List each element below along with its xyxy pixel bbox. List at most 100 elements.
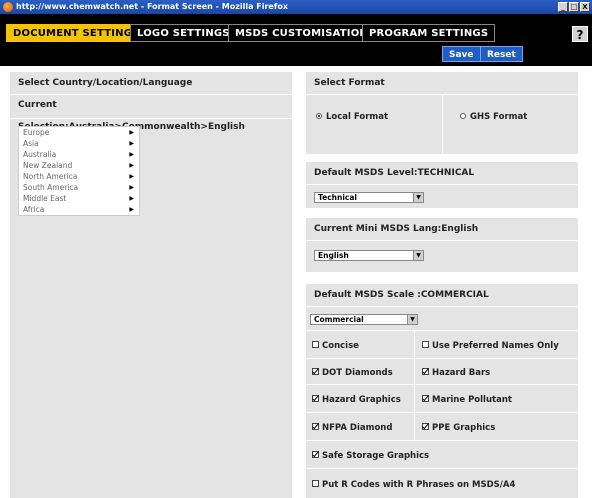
hazard-bars-option[interactable]: Hazard Bars [422, 368, 490, 378]
safe-storage-checkbox[interactable] [312, 451, 319, 458]
level-select[interactable]: Technical ▼ [314, 192, 424, 203]
country-item-asia[interactable]: Asia ▶ [19, 138, 139, 149]
nfpa-diamond-option[interactable]: NFPA Diamond [312, 423, 392, 433]
level-heading: Default MSDS Level:TECHNICAL [314, 168, 475, 178]
divider [306, 240, 578, 241]
scale-heading: Default MSDS Scale :COMMERCIAL [314, 290, 489, 300]
country-label: South America [23, 183, 79, 192]
hazard-bars-checkbox[interactable] [422, 368, 429, 375]
tab-logo-settings[interactable]: LOGO SETTINGS [130, 24, 237, 42]
chevron-right-icon: ▶ [129, 151, 134, 158]
chevron-right-icon: ▶ [129, 195, 134, 202]
safe-storage-label: Safe Storage Graphics [322, 451, 430, 461]
tab-document-settings[interactable]: DOCUMENT SETTINGS [6, 24, 147, 42]
scale-box: Default MSDS Scale :COMMERCIAL Commercia… [306, 284, 578, 498]
divider [306, 468, 578, 469]
chevron-right-icon: ▶ [129, 162, 134, 169]
r-codes-checkbox[interactable] [312, 480, 319, 487]
chevron-right-icon: ▶ [129, 206, 134, 213]
concise-option[interactable]: Concise [312, 341, 359, 351]
concise-checkbox[interactable] [312, 341, 319, 348]
preferred-names-option[interactable]: Use Preferred Names Only [422, 341, 559, 351]
dot-diamonds-label: DOT Diamonds [322, 368, 393, 378]
dropdown-arrow-icon: ▼ [413, 193, 423, 202]
save-button[interactable]: Save [442, 46, 481, 62]
country-panel: Select Country/Location/Language Current… [10, 72, 292, 498]
country-label: North America [23, 172, 78, 181]
scale-select[interactable]: Commercial ▼ [310, 314, 418, 325]
country-label: Africa [23, 205, 45, 214]
country-item-europe[interactable]: Europe ▶ [19, 127, 139, 138]
tab-msds-customisation[interactable]: MSDS CUSTOMISATION [228, 24, 375, 42]
hazard-graphics-checkbox[interactable] [312, 395, 319, 402]
help-button[interactable]: ? [572, 26, 588, 42]
ppe-graphics-checkbox[interactable] [422, 423, 429, 430]
country-item-north-america[interactable]: North America ▶ [19, 171, 139, 182]
country-item-new-zealand[interactable]: New Zealand ▶ [19, 160, 139, 171]
mini-lang-box: Current Mini MSDS Lang:English English ▼ [306, 218, 578, 272]
ppe-graphics-option[interactable]: PPE Graphics [422, 423, 495, 433]
window-titlebar: http://www.chemwatch.net - Format Screen… [0, 0, 592, 14]
country-heading: Select Country/Location/Language [18, 78, 193, 88]
scale-select-value: Commercial [314, 315, 364, 324]
divider [414, 330, 415, 440]
dot-diamonds-checkbox[interactable] [312, 368, 319, 375]
marine-pollutant-option[interactable]: Marine Pollutant [422, 395, 512, 405]
divider [306, 384, 578, 385]
minimize-button[interactable]: _ [558, 2, 568, 12]
window-controls: _ □ X [558, 2, 590, 12]
r-codes-label: Put R Codes with R Phrases on MSDS/A4 [322, 480, 516, 490]
nfpa-diamond-checkbox[interactable] [312, 423, 319, 430]
divider [306, 412, 578, 413]
country-label: Asia [23, 139, 39, 148]
mini-lang-heading: Current Mini MSDS Lang:English [314, 224, 479, 234]
country-item-africa[interactable]: Africa ▶ [19, 204, 139, 215]
local-format-radio[interactable] [316, 113, 322, 119]
country-item-middle-east[interactable]: Middle East ▶ [19, 193, 139, 204]
mini-lang-select-value: English [318, 251, 349, 260]
divider [306, 330, 578, 331]
hazard-graphics-label: Hazard Graphics [322, 395, 401, 405]
chevron-right-icon: ▶ [129, 129, 134, 136]
ppe-graphics-label: PPE Graphics [432, 423, 496, 433]
divider [306, 184, 578, 185]
local-format-option[interactable]: Local Format [316, 112, 388, 122]
ghs-format-option[interactable]: GHS Format [460, 112, 527, 122]
preferred-names-checkbox[interactable] [422, 341, 429, 348]
hazard-graphics-option[interactable]: Hazard Graphics [312, 395, 401, 405]
close-button[interactable]: X [580, 2, 590, 12]
tab-program-settings[interactable]: PROGRAM SETTINGS [362, 24, 496, 42]
format-box: Select Format Local Format GHS Format [306, 72, 578, 154]
current-selection: Current Selection:Australia>Commonwealth… [18, 100, 245, 132]
level-select-value: Technical [318, 193, 357, 202]
preferred-names-label: Use Preferred Names Only [432, 341, 559, 351]
window-title: http://www.chemwatch.net - Format Screen… [16, 2, 288, 11]
country-menu: Europe ▶ Asia ▶ Australia ▶ New Zealand ▶ No… [18, 126, 140, 216]
country-label: Middle East [23, 194, 67, 203]
reset-button[interactable]: Reset [480, 46, 523, 62]
chevron-right-icon: ▶ [129, 184, 134, 191]
divider [10, 94, 292, 95]
dropdown-arrow-icon: ▼ [413, 251, 423, 260]
divider [306, 440, 578, 441]
r-codes-option[interactable]: Put R Codes with R Phrases on MSDS/A4 [312, 480, 515, 490]
chevron-right-icon: ▶ [129, 140, 134, 147]
nfpa-diamond-label: NFPA Diamond [322, 423, 393, 433]
level-box: Default MSDS Level:TECHNICAL Technical ▼ [306, 162, 578, 208]
dot-diamonds-option[interactable]: DOT Diamonds [312, 368, 393, 378]
country-label: Australia [23, 150, 57, 159]
main-content: Select Country/Location/Language Current… [0, 66, 592, 498]
country-label: New Zealand [23, 161, 73, 170]
divider [306, 306, 578, 307]
safe-storage-option[interactable]: Safe Storage Graphics [312, 451, 429, 461]
maximize-button[interactable]: □ [569, 2, 579, 12]
divider [10, 118, 292, 119]
country-item-south-america[interactable]: South America ▶ [19, 182, 139, 193]
country-label: Europe [23, 128, 50, 137]
hazard-bars-label: Hazard Bars [432, 368, 491, 378]
country-item-australia[interactable]: Australia ▶ [19, 149, 139, 160]
mini-lang-select[interactable]: English ▼ [314, 250, 424, 261]
marine-pollutant-checkbox[interactable] [422, 395, 429, 402]
ghs-format-radio[interactable] [460, 113, 466, 119]
ghs-format-label: GHS Format [470, 112, 528, 122]
